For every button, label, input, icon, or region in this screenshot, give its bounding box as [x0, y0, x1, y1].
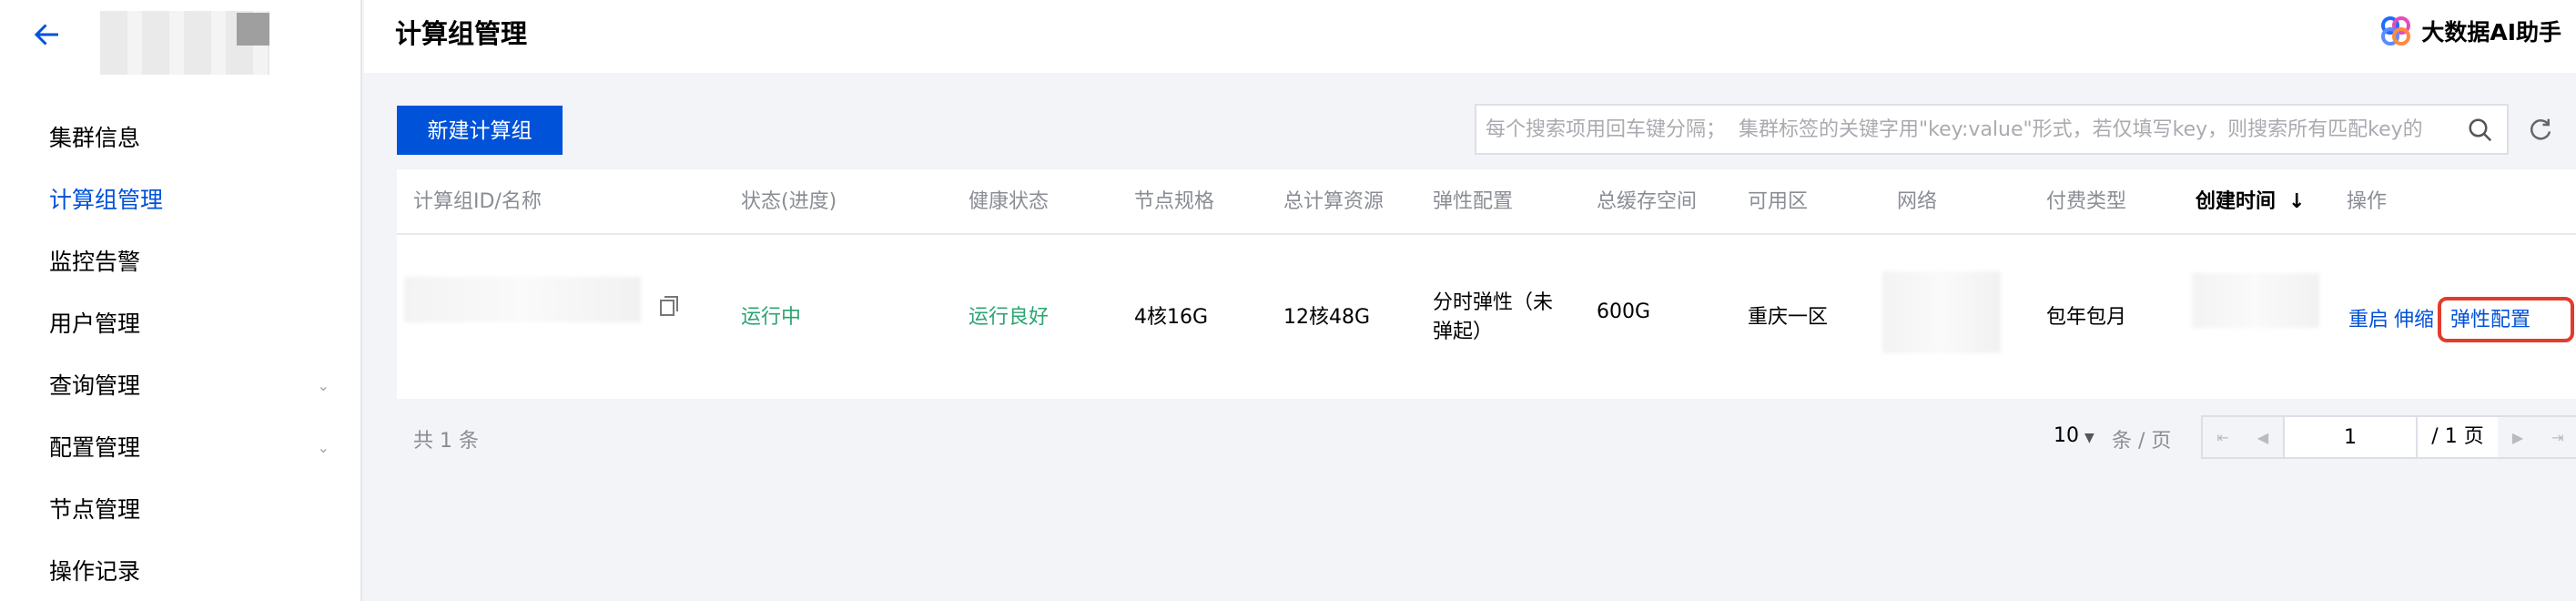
total-pages: / 1 页 — [2431, 425, 2484, 448]
sidebar-nav: 集群信息 计算组管理 监控告警 用户管理 查询管理 ⌄ 配置管理 ⌄ 节点管理 操作… — [0, 107, 360, 601]
sort-descending-icon[interactable]: ↓ — [2288, 169, 2305, 235]
zone-text: 重庆一区 — [1748, 306, 1829, 329]
sidebar-item-compute-group[interactable]: 计算组管理 — [0, 169, 360, 231]
page-header: 计算组管理 大数据AI助手 — [364, 0, 2576, 73]
cluster-name-redacted — [100, 11, 269, 75]
copy-icon[interactable] — [659, 293, 679, 317]
column-header: 计算组ID/名称 — [413, 190, 542, 213]
search-box — [1475, 104, 2509, 155]
ai-assistant-label: 大数据AI助手 — [2421, 19, 2561, 46]
page-title: 计算组管理 — [395, 18, 528, 49]
sidebar-item-nodes[interactable]: 节点管理 — [0, 479, 360, 541]
sidebar-item-query[interactable]: 查询管理 ⌄ — [0, 355, 360, 417]
next-page-icon[interactable]: ▶ — [2498, 417, 2538, 457]
network-redacted — [1882, 271, 2001, 353]
caret-down-icon: ▼ — [2084, 431, 2094, 445]
new-compute-group-button[interactable]: 新建计算组 — [397, 106, 563, 155]
sidebar-item-users[interactable]: 用户管理 — [0, 293, 360, 355]
refresh-icon[interactable] — [2527, 113, 2554, 146]
sidebar-item-label: 查询管理 — [49, 372, 141, 399]
highlight-box — [2438, 297, 2574, 342]
chevron-down-icon: ⌄ — [317, 377, 330, 394]
elastic-config-text: 弹起） — [1433, 321, 1494, 343]
chevron-down-icon: ⌄ — [317, 439, 330, 456]
column-header: 健康状态 — [969, 190, 1050, 213]
sidebar-item-label: 配置管理 — [49, 434, 141, 461]
search-input[interactable] — [1486, 106, 2441, 153]
column-header: 状态(进度) — [741, 190, 837, 213]
elastic-config-text: 分时弹性（未 — [1433, 291, 1554, 314]
create-time-redacted — [2192, 273, 2319, 328]
column-header-sortable[interactable]: 创建时间 ↓ — [2196, 169, 2305, 235]
sidebar-item-operation-log[interactable]: 操作记录 — [0, 541, 360, 601]
ai-assistant-logo-icon — [2381, 16, 2411, 46]
column-header: 可用区 — [1748, 190, 1809, 213]
sidebar-item-label: 计算组管理 — [49, 187, 164, 213]
back-arrow-icon[interactable] — [31, 18, 67, 55]
sidebar-item-label: 监控告警 — [49, 249, 141, 275]
sidebar: 集群信息 计算组管理 监控告警 用户管理 查询管理 ⌄ 配置管理 ⌄ 节点管理 操作… — [0, 0, 362, 601]
sidebar-item-label: 操作记录 — [49, 558, 141, 585]
node-spec-text: 4核16G — [1134, 306, 1209, 329]
ai-assistant-button[interactable]: 大数据AI助手 — [2379, 13, 2561, 49]
column-header: 弹性配置 — [1433, 190, 1514, 213]
sidebar-item-monitoring[interactable]: 监控告警 — [0, 231, 360, 293]
total-compute-text: 12核48G — [1283, 306, 1371, 329]
column-header: 付费类型 — [2046, 190, 2127, 213]
health-status-text: 运行良好 — [969, 306, 1050, 329]
prev-page-icon[interactable]: ◀ — [2243, 417, 2283, 457]
search-icon[interactable] — [2467, 117, 2494, 144]
scale-link[interactable]: 伸缩 — [2394, 303, 2434, 332]
per-page-label: 条 / 页 — [2112, 430, 2172, 453]
sidebar-item-label: 集群信息 — [49, 125, 141, 151]
column-header: 节点规格 — [1134, 190, 1215, 213]
status-text: 运行中 — [741, 306, 802, 329]
pagination: ⇤ ◀ / 1 页 ▶ ⇥ — [2201, 415, 2576, 459]
restart-link[interactable]: 重启 — [2348, 303, 2388, 332]
column-header: 总缓存空间 — [1597, 190, 1698, 213]
sidebar-item-cluster-info[interactable]: 集群信息 — [0, 107, 360, 169]
payment-type-text: 包年包月 — [2046, 306, 2127, 329]
sidebar-item-config[interactable]: 配置管理 ⌄ — [0, 417, 360, 479]
compute-group-id-redacted — [404, 277, 641, 322]
table-header: 计算组ID/名称 状态(进度) 健康状态 节点规格 总计算资源 弹性配置 总缓存… — [397, 169, 2576, 235]
compute-group-table: 计算组ID/名称 状态(进度) 健康状态 节点规格 总计算资源 弹性配置 总缓存… — [397, 169, 2576, 399]
sidebar-item-label: 节点管理 — [49, 496, 141, 523]
column-header: 网络 — [1897, 190, 1938, 213]
last-page-icon[interactable]: ⇥ — [2538, 417, 2576, 457]
cache-space-text: 600G — [1597, 300, 1651, 323]
column-header: 操作 — [2347, 190, 2388, 213]
column-header: 总计算资源 — [1283, 190, 1384, 213]
page-size-select[interactable]: 10 ▼ — [2054, 424, 2094, 447]
total-count: 共 1 条 — [413, 430, 479, 453]
page-number-input[interactable] — [2283, 417, 2418, 457]
sidebar-item-label: 用户管理 — [49, 311, 141, 337]
first-page-icon[interactable]: ⇤ — [2203, 417, 2243, 457]
